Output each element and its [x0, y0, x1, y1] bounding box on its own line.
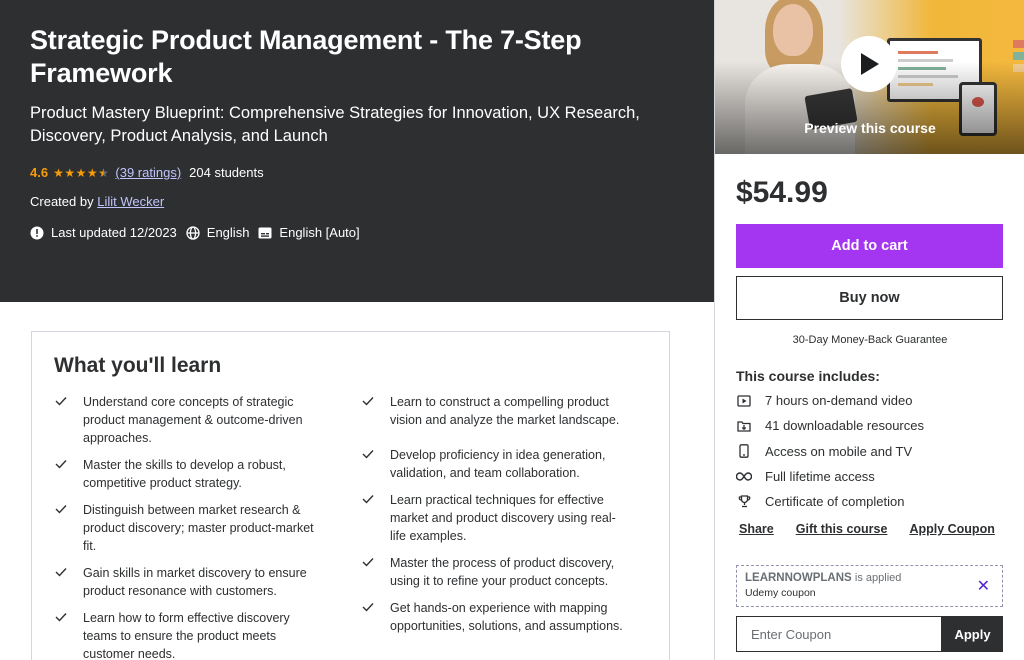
coupon-form: Apply	[736, 616, 1003, 652]
course-subtitle: Product Mastery Blueprint: Comprehensive…	[30, 104, 640, 145]
course-title: Strategic Product Management - The 7-Ste…	[30, 25, 582, 88]
learn-item: Get hands-on experience with mapping opp…	[361, 600, 641, 636]
preview-label: Preview this course	[804, 120, 936, 136]
author-link[interactable]: Lilit Wecker	[97, 194, 164, 209]
star-half-icon: ★	[98, 165, 110, 180]
learn-column-left: Understand core concepts of strategic pr…	[54, 394, 361, 660]
include-item: 7 hours on-demand video	[736, 388, 1024, 413]
coupon-applied-text: is applied	[854, 572, 902, 584]
star-icon: ★	[64, 165, 76, 180]
check-icon	[55, 397, 67, 406]
play-icon	[861, 53, 879, 75]
star-icon: ★	[53, 165, 65, 180]
closed-captions-icon	[258, 227, 272, 238]
include-item: Full lifetime access	[736, 464, 1024, 489]
add-to-cart-button[interactable]: Add to cart	[736, 224, 1003, 268]
rating-value: 4.6	[30, 165, 49, 180]
check-icon	[55, 567, 67, 577]
check-icon	[362, 603, 374, 612]
check-icon	[55, 612, 67, 622]
learn-item: Understand core concepts of strategic pr…	[54, 394, 361, 447]
captions-text: English [Auto]	[279, 225, 360, 240]
created-by: Created by Lilit Wecker	[30, 194, 684, 209]
learn-column-right: Learn to construct a compelling product …	[361, 394, 641, 660]
video-icon	[737, 394, 751, 407]
learn-grid: Understand core concepts of strategic pr…	[54, 394, 647, 660]
learn-item: Master the skills to develop a robust, c…	[54, 457, 361, 493]
buy-now-button[interactable]: Buy now	[736, 276, 1003, 320]
alert-badge-icon	[30, 226, 44, 239]
language: English	[186, 225, 250, 240]
apply-coupon-button[interactable]: Apply	[942, 616, 1003, 652]
learn-item: Learn how to form effective discovery te…	[54, 610, 361, 660]
trophy-icon	[738, 495, 750, 508]
learn-item: Master the process of product discovery,…	[361, 555, 641, 591]
ratings-link[interactable]: (39 ratings)	[115, 165, 181, 180]
what-youll-learn: What you'll learn Understand core concep…	[31, 331, 670, 660]
include-item: Certificate of completion	[736, 489, 1024, 514]
includes-list: 7 hours on-demand video 41 downloadable …	[736, 388, 1024, 514]
globe-icon	[186, 225, 200, 240]
check-icon	[55, 459, 67, 469]
applied-coupon: LEARNNOWPLANS is applied Udemy coupon ✕	[736, 565, 1003, 607]
learn-item: Gain skills in market discovery to ensur…	[54, 565, 361, 601]
remove-coupon-icon[interactable]: ✕	[977, 576, 990, 596]
rating-stars: ★ ★ ★ ★ ★	[53, 166, 109, 180]
check-icon	[362, 558, 374, 567]
infinity-icon	[736, 472, 752, 481]
course-preview[interactable]: Preview this course	[715, 0, 1024, 154]
gift-course-link[interactable]: Gift this course	[796, 522, 888, 536]
check-icon	[55, 505, 67, 514]
check-icon	[362, 495, 374, 504]
students-count: 204 students	[189, 165, 264, 180]
purchase-sidebar: Preview this course $54.99 Add to cart B…	[714, 0, 1024, 660]
mobile-icon	[739, 444, 749, 459]
learn-item: Develop proficiency in idea generation, …	[361, 447, 641, 483]
course-meta: Last updated 12/2023 English English [Au…	[30, 225, 684, 240]
language-text: English	[206, 225, 250, 240]
last-updated-text: Last updated 12/2023	[51, 225, 177, 240]
coupon-code: LEARNNOWPLANS is applied	[745, 572, 902, 584]
share-link[interactable]: Share	[739, 522, 774, 536]
rating-row: 4.6 ★ ★ ★ ★ ★ (39 ratings) 204 students	[30, 165, 684, 180]
star-icon: ★	[75, 165, 87, 180]
coupon-input[interactable]	[736, 616, 942, 652]
include-item: 41 downloadable resources	[736, 413, 1024, 438]
learn-heading: What you'll learn	[54, 354, 222, 377]
apply-coupon-link[interactable]: Apply Coupon	[909, 522, 994, 536]
captions: English [Auto]	[258, 225, 360, 240]
learn-item: Learn practical techniques for effective…	[361, 492, 641, 545]
includes-heading: This course includes:	[736, 368, 880, 384]
include-item: Access on mobile and TV	[736, 439, 1024, 464]
check-icon	[362, 397, 374, 406]
sidebar-links: Share Gift this course Apply Coupon	[739, 522, 1024, 536]
money-back-guarantee: 30-Day Money-Back Guarantee	[792, 334, 948, 346]
learn-item: Learn to construct a compelling product …	[361, 394, 641, 430]
last-updated: Last updated 12/2023	[30, 225, 177, 240]
course-price: $54.99	[736, 176, 828, 209]
play-button[interactable]	[841, 36, 897, 92]
course-hero: Strategic Product Management - The 7-Ste…	[0, 0, 714, 302]
download-icon	[737, 421, 751, 432]
check-icon	[362, 450, 374, 459]
star-icon: ★	[86, 165, 99, 180]
learn-item: Distinguish between market research & pr…	[54, 502, 361, 555]
created-prefix: Created by	[30, 194, 94, 209]
coupon-source: Udemy coupon	[745, 587, 816, 599]
